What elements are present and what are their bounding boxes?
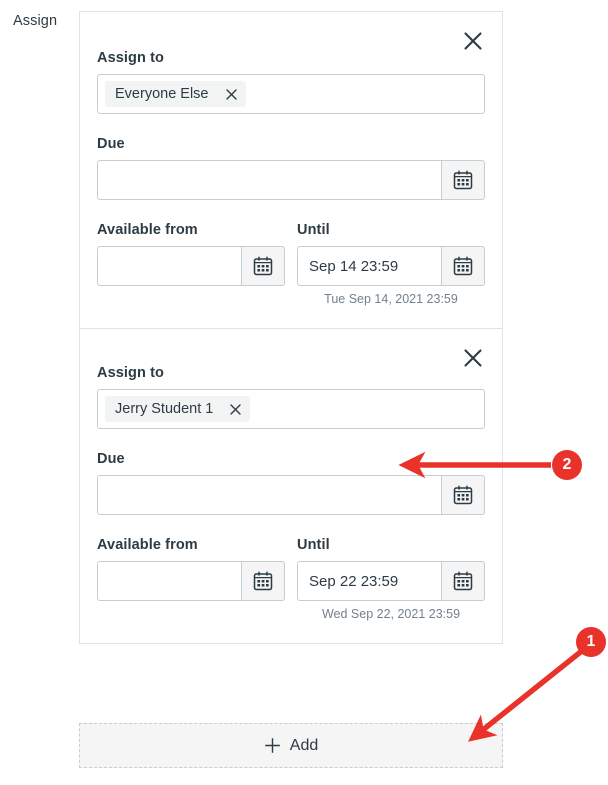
until-group: Until [297, 537, 485, 621]
available-from-date-field [97, 561, 285, 601]
due-field-group: Due [97, 136, 485, 200]
close-icon[interactable] [460, 28, 486, 54]
until-label: Until [297, 537, 330, 553]
due-label: Due [97, 451, 125, 467]
until-helper-text: Tue Sep 14, 2021 23:59 [324, 292, 458, 306]
plus-icon [264, 738, 280, 753]
until-helper-text: Wed Sep 22, 2021 23:59 [321, 607, 461, 621]
assign-to-label: Assign to [97, 50, 164, 66]
assignee-pill[interactable]: Jerry Student 1 [105, 396, 251, 422]
until-label: Until [297, 222, 330, 238]
available-from-input[interactable] [97, 561, 241, 601]
assign-to-input[interactable]: Everyone Else [97, 74, 485, 114]
close-icon[interactable] [227, 401, 244, 418]
assignee-pill-label: Jerry Student 1 [115, 401, 214, 417]
calendar-icon[interactable] [241, 561, 285, 601]
calendar-icon[interactable] [441, 246, 485, 286]
add-button-label: Add [289, 736, 319, 754]
annotation-badge-2: 2 [552, 450, 582, 480]
calendar-icon[interactable] [441, 475, 485, 515]
assign-overrides-container: Assign to Everyone Else Due Available fr… [79, 11, 503, 644]
annotation-badge-1: 1 [576, 627, 606, 657]
until-date-field [297, 561, 485, 601]
assignee-pill-label: Everyone Else [115, 86, 209, 102]
assign-override-card: Assign to Jerry Student 1 Due Available … [80, 328, 502, 643]
assignee-pill[interactable]: Everyone Else [105, 81, 246, 107]
calendar-icon[interactable] [241, 246, 285, 286]
until-input[interactable] [297, 561, 441, 601]
close-icon[interactable] [460, 345, 486, 371]
due-date-input[interactable] [97, 475, 441, 515]
availability-row: Available from [97, 222, 485, 306]
page-section-label: Assign [13, 13, 58, 29]
due-date-field [97, 475, 485, 515]
calendar-icon[interactable] [441, 160, 485, 200]
calendar-icon[interactable] [441, 561, 485, 601]
assign-to-label: Assign to [97, 365, 164, 381]
until-date-field [297, 246, 485, 286]
add-button-content: Add [264, 737, 318, 755]
assign-to-input[interactable]: Jerry Student 1 [97, 389, 485, 429]
available-from-input[interactable] [97, 246, 241, 286]
until-input[interactable] [297, 246, 441, 286]
availability-row: Available from [97, 537, 485, 621]
due-label: Due [97, 136, 125, 152]
due-field-group: Due [97, 451, 485, 515]
available-from-label: Available from [97, 222, 198, 238]
due-date-input[interactable] [97, 160, 441, 200]
add-override-button[interactable]: Add [79, 723, 503, 768]
due-date-field [97, 160, 485, 200]
available-from-label: Available from [97, 537, 198, 553]
assign-override-card: Assign to Everyone Else Due Available fr… [80, 12, 502, 328]
close-icon[interactable] [223, 86, 240, 103]
available-from-group: Available from [97, 537, 285, 621]
available-from-date-field [97, 246, 285, 286]
available-from-group: Available from [97, 222, 285, 306]
until-group: Until [297, 222, 485, 306]
